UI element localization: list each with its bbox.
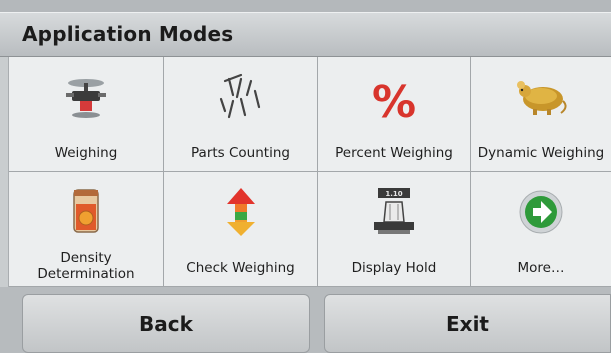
mode-density-determination[interactable]: Density Determination [9, 172, 164, 287]
top-bar [0, 0, 611, 12]
mode-percent-weighing[interactable]: % Percent Weighing [318, 57, 471, 172]
mode-label: More… [517, 260, 565, 276]
header-bar: Application Modes [0, 12, 611, 57]
display-hold-readout: 1.10 [385, 190, 402, 198]
exit-button[interactable]: Exit [324, 294, 611, 353]
mode-label: Parts Counting [191, 145, 290, 161]
mode-label: Density Determination [37, 250, 135, 282]
mode-label: Display Hold [351, 260, 437, 276]
mode-label: Percent Weighing [335, 145, 453, 161]
mode-dynamic-weighing[interactable]: Dynamic Weighing [471, 57, 611, 172]
back-button[interactable]: Back [22, 294, 310, 353]
svg-text:%: % [372, 77, 416, 125]
green-arrow-icon [519, 190, 563, 234]
beaker-icon [73, 189, 99, 233]
mouse-animal-icon [517, 81, 567, 115]
mode-label: Check Weighing [186, 260, 295, 276]
nails-icon [219, 73, 260, 119]
scale-pan-icon [66, 79, 106, 118]
mode-grid: Weighing Parts Counting % Percent Weighi… [8, 57, 611, 287]
up-down-arrow-icon [226, 188, 255, 236]
mode-label: Dynamic Weighing [477, 145, 605, 161]
mode-more[interactable]: More… [471, 172, 611, 287]
mode-display-hold[interactable]: 1.10 Display Hold [318, 172, 471, 287]
mode-check-weighing[interactable]: Check Weighing [164, 172, 318, 287]
display-hold-scale-icon: 1.10 [374, 188, 414, 234]
mode-weighing[interactable]: Weighing [9, 57, 164, 172]
page-title: Application Modes [22, 22, 234, 46]
percent-icon: % [372, 77, 416, 125]
mode-label: Weighing [54, 145, 118, 161]
mode-parts-counting[interactable]: Parts Counting [164, 57, 318, 172]
app-modes-screen: Application Modes Weighing Parts Countin… [0, 0, 611, 353]
